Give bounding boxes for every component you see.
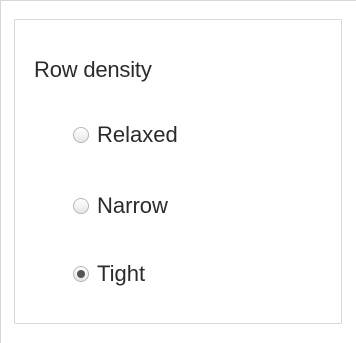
option-relaxed-label: Relaxed: [97, 122, 178, 147]
left-border: [0, 0, 1, 343]
radio-narrow[interactable]: [73, 198, 89, 214]
row-density-title: Row density: [34, 57, 152, 82]
page: Row density Relaxed Narrow Tight: [0, 0, 356, 343]
radio-relaxed[interactable]: [73, 127, 89, 143]
option-narrow[interactable]: Narrow: [73, 190, 168, 222]
option-tight-label: Tight: [97, 261, 146, 286]
radio-tight[interactable]: [73, 266, 89, 282]
option-narrow-label: Narrow: [97, 193, 168, 218]
option-tight[interactable]: Tight: [73, 258, 145, 290]
option-relaxed[interactable]: Relaxed: [73, 119, 178, 151]
top-border: [0, 0, 356, 1]
